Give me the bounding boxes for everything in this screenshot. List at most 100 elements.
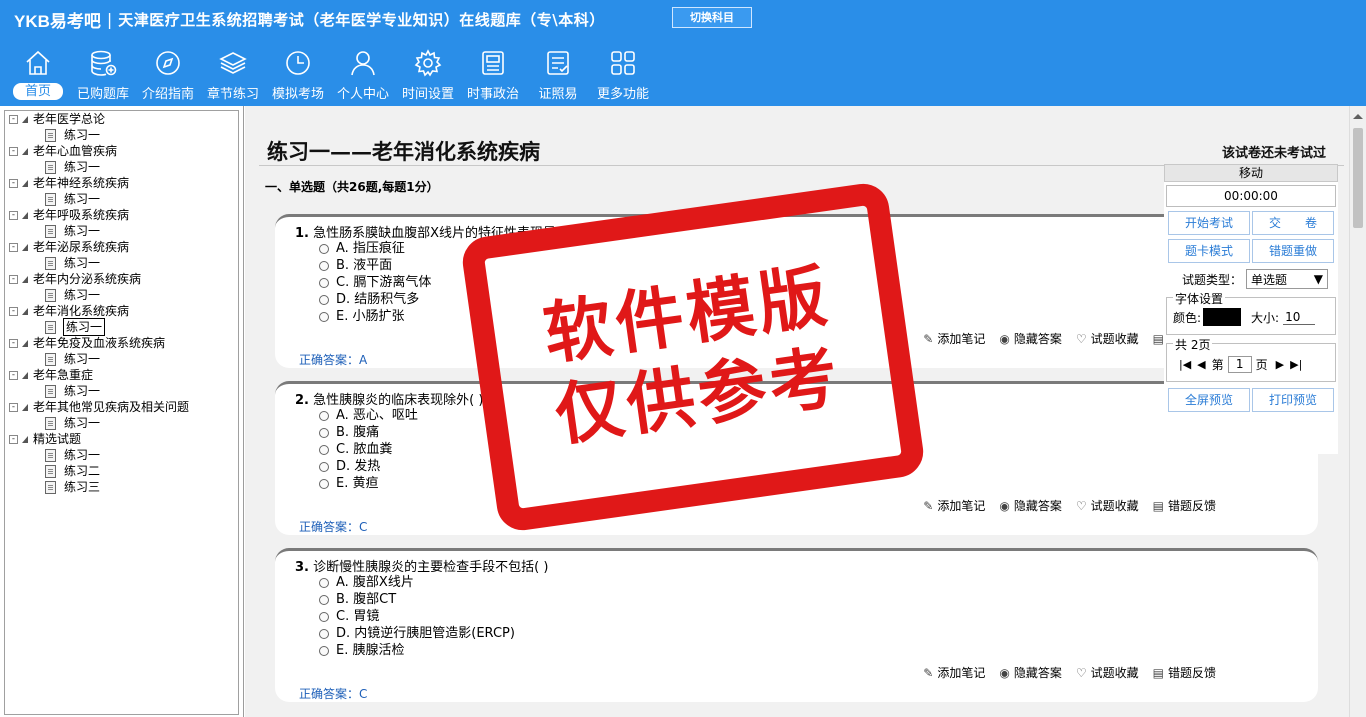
radio-button[interactable] xyxy=(319,478,329,489)
radio-button[interactable] xyxy=(319,444,329,455)
radio-button[interactable] xyxy=(319,277,329,288)
tree-category[interactable]: - 老年神经系统疾病 xyxy=(5,175,238,191)
start-exam-button[interactable]: 开始考试 xyxy=(1168,211,1250,235)
card-mode-button[interactable]: 题卡模式 xyxy=(1168,239,1250,263)
favorite-button[interactable]: ♡ 试题收藏 xyxy=(1076,330,1139,347)
tree-category[interactable]: - 老年急重症 xyxy=(5,367,238,383)
tree-leaf[interactable]: 练习一 xyxy=(5,447,238,463)
radio-button[interactable] xyxy=(319,461,329,472)
radio-button[interactable] xyxy=(319,243,329,254)
tree-leaf[interactable]: 练习三 xyxy=(5,479,238,495)
color-picker[interactable] xyxy=(1203,308,1242,326)
radio-button[interactable] xyxy=(319,611,329,622)
radio-button[interactable] xyxy=(319,311,329,322)
fullscreen-preview-button[interactable]: 全屏预览 xyxy=(1168,388,1250,412)
tree-leaf[interactable]: 练习一 xyxy=(5,127,238,143)
collapse-icon[interactable]: - xyxy=(9,402,18,412)
favorite-button[interactable]: ♡ 试题收藏 xyxy=(1076,497,1139,514)
tree-category[interactable]: - 精选试题 xyxy=(5,431,238,447)
vertical-scrollbar[interactable] xyxy=(1349,106,1366,717)
tree-leaf[interactable]: 练习二 xyxy=(5,463,238,479)
collapse-icon[interactable]: - xyxy=(9,274,18,284)
radio-button[interactable] xyxy=(319,645,329,656)
tree-leaf[interactable]: 练习一 xyxy=(5,287,238,303)
hide-answer-button[interactable]: ◉ 隐藏答案 xyxy=(999,664,1062,681)
option[interactable]: B. 腹痛 xyxy=(319,424,418,441)
option[interactable]: B. 腹部CT xyxy=(319,591,515,608)
radio-button[interactable] xyxy=(319,410,329,421)
prev-page-icon[interactable]: ◀ xyxy=(1197,358,1205,371)
nav-more-features[interactable]: 更多功能 xyxy=(591,46,655,104)
feedback-button[interactable]: ▤错题反馈 xyxy=(1153,664,1216,681)
collapse-icon[interactable]: - xyxy=(9,434,18,444)
tree-category[interactable]: - 老年免疫及血液系统疾病 xyxy=(5,335,238,351)
collapse-icon[interactable]: - xyxy=(9,114,18,124)
collapse-icon[interactable]: - xyxy=(9,338,18,348)
favorite-button[interactable]: ♡ 试题收藏 xyxy=(1076,664,1139,681)
scroll-up-icon[interactable] xyxy=(1353,114,1363,119)
nav-current-affairs[interactable]: 时事政治 xyxy=(461,46,525,104)
radio-button[interactable] xyxy=(319,577,329,588)
option[interactable]: C. 膈下游离气体 xyxy=(319,274,431,291)
submit-paper-button[interactable]: 交 卷 xyxy=(1252,211,1334,235)
option[interactable]: A. 腹部X线片 xyxy=(319,574,515,591)
tree-leaf[interactable]: 练习一 xyxy=(5,159,238,175)
feedback-button[interactable]: ▤错题反馈 xyxy=(1153,497,1216,514)
nav-purchased-banks[interactable]: 已购题库 xyxy=(71,46,135,104)
collapse-icon[interactable]: - xyxy=(9,178,18,188)
tree-category[interactable]: - 老年心血管疾病 xyxy=(5,143,238,159)
radio-button[interactable] xyxy=(319,427,329,438)
collapse-icon[interactable]: - xyxy=(9,146,18,156)
tree-category[interactable]: - 老年其他常见疾病及相关问题 xyxy=(5,399,238,415)
next-page-icon[interactable]: ▶ xyxy=(1276,358,1284,371)
nav-guide[interactable]: 介绍指南 xyxy=(136,46,200,104)
option[interactable]: A. 恶心、呕吐 xyxy=(319,407,418,424)
page-number-input[interactable]: 1 xyxy=(1227,356,1252,373)
add-note-button[interactable]: ✎ 添加笔记 xyxy=(923,664,985,681)
nav-home[interactable]: 首页 xyxy=(6,46,70,104)
tree-category[interactable]: - 老年内分泌系统疾病 xyxy=(5,271,238,287)
tree-leaf[interactable]: 练习一 xyxy=(5,415,238,431)
font-size-input[interactable]: 10 xyxy=(1283,310,1316,325)
option[interactable]: D. 结肠积气多 xyxy=(319,291,431,308)
first-page-icon[interactable]: |◀ xyxy=(1179,358,1191,371)
question-type-select[interactable]: 单选题 ▼ xyxy=(1246,269,1329,289)
tree-leaf[interactable]: 练习一 xyxy=(5,223,238,239)
option[interactable]: A. 指压痕征 xyxy=(319,240,431,257)
radio-button[interactable] xyxy=(319,260,329,271)
tree-category[interactable]: - 老年呼吸系统疾病 xyxy=(5,207,238,223)
tree-category[interactable]: - 老年医学总论 xyxy=(5,111,238,127)
move-handle[interactable]: 移动 xyxy=(1164,164,1338,182)
radio-button[interactable] xyxy=(319,294,329,305)
option[interactable]: E. 小肠扩张 xyxy=(319,308,431,325)
collapse-icon[interactable]: - xyxy=(9,306,18,316)
radio-button[interactable] xyxy=(319,628,329,639)
last-page-icon[interactable]: ▶| xyxy=(1290,358,1302,371)
nav-certificate[interactable]: 证照易 xyxy=(526,46,590,104)
hide-answer-button[interactable]: ◉ 隐藏答案 xyxy=(999,497,1062,514)
redo-wrong-button[interactable]: 错题重做 xyxy=(1252,239,1334,263)
hide-answer-button[interactable]: ◉ 隐藏答案 xyxy=(999,330,1062,347)
collapse-icon[interactable]: - xyxy=(9,210,18,220)
tree-leaf[interactable]: 练习一 xyxy=(5,255,238,271)
option[interactable]: C. 脓血粪 xyxy=(319,441,418,458)
add-note-button[interactable]: ✎ 添加笔记 xyxy=(923,330,985,347)
print-preview-button[interactable]: 打印预览 xyxy=(1252,388,1334,412)
tree-category[interactable]: - 老年泌尿系统疾病 xyxy=(5,239,238,255)
scroll-thumb[interactable] xyxy=(1353,128,1363,228)
option[interactable]: D. 内镜逆行胰胆管造影(ERCP) xyxy=(319,625,515,642)
add-note-button[interactable]: ✎ 添加笔记 xyxy=(923,497,985,514)
nav-mock-exam[interactable]: 模拟考场 xyxy=(266,46,330,104)
collapse-icon[interactable]: - xyxy=(9,370,18,380)
tree-leaf[interactable]: 练习一 xyxy=(5,383,238,399)
option[interactable]: E. 胰腺活检 xyxy=(319,642,515,659)
collapse-icon[interactable]: - xyxy=(9,242,18,252)
option[interactable]: C. 胃镜 xyxy=(319,608,515,625)
radio-button[interactable] xyxy=(319,594,329,605)
tree-category[interactable]: - 老年消化系统疾病 xyxy=(5,303,238,319)
nav-time-settings[interactable]: 时间设置 xyxy=(396,46,460,104)
option[interactable]: D. 发热 xyxy=(319,458,418,475)
option[interactable]: E. 黄疸 xyxy=(319,475,418,492)
switch-subject-button[interactable]: 切换科目 xyxy=(672,7,752,28)
nav-personal-center[interactable]: 个人中心 xyxy=(331,46,395,104)
